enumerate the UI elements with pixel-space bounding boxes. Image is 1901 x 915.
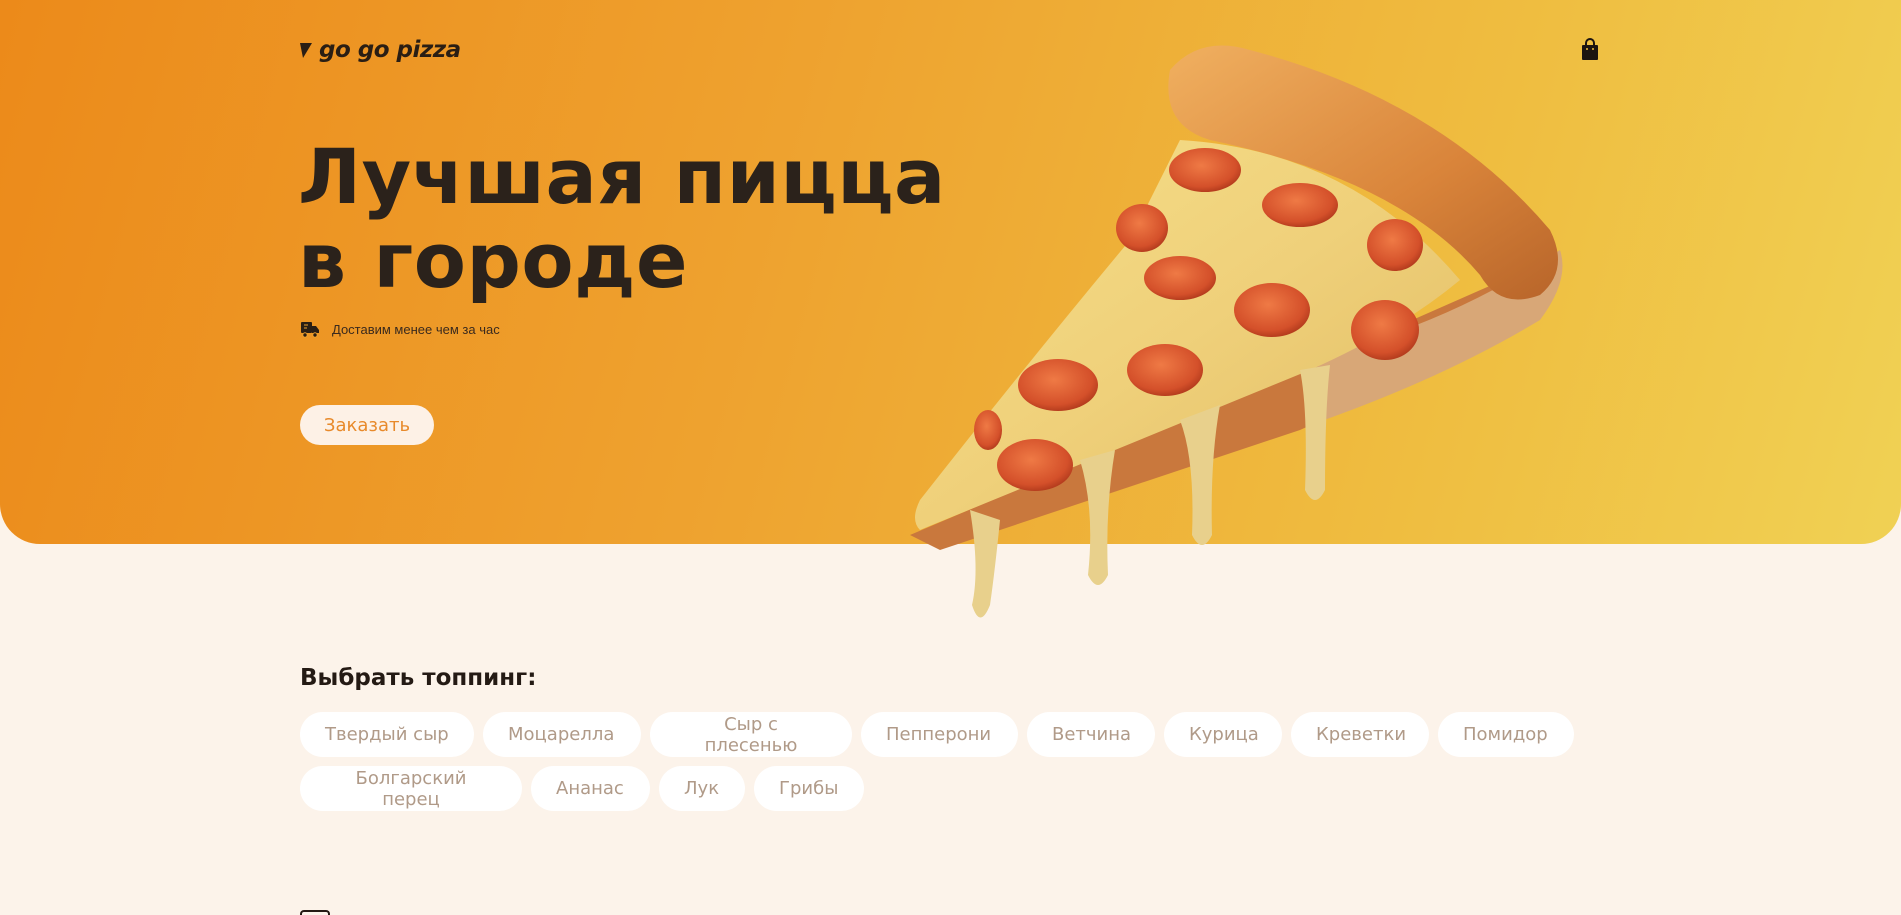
section-icon bbox=[300, 910, 330, 915]
hero-title-line1: Лучшая пицца bbox=[298, 132, 946, 221]
topping-chip-pepperoni[interactable]: Пепперони bbox=[861, 712, 1018, 757]
logo-text: go go pizza bbox=[319, 36, 461, 63]
topping-chip-shrimp[interactable]: Креветки bbox=[1291, 712, 1429, 757]
topping-chip-onion[interactable]: Лук bbox=[659, 766, 745, 811]
delivery-truck-icon bbox=[301, 322, 319, 338]
shopping-bag-icon[interactable] bbox=[1579, 38, 1601, 62]
logo[interactable]: go go pizza bbox=[300, 35, 461, 65]
order-button[interactable]: Заказать bbox=[300, 405, 434, 445]
topping-chip-pineapple[interactable]: Ананас bbox=[531, 766, 650, 811]
topping-list: Твердый сыр Моцарелла Сыр с плесенью Пеп… bbox=[300, 712, 1610, 811]
pepperoni-pizza-slice-image bbox=[910, 45, 1563, 618]
page: go go pizza Лучшая пицца в городе Достав… bbox=[0, 0, 1901, 915]
topping-title: Выбрать топпинг: bbox=[300, 665, 537, 691]
delivery-text: Доставим менее чем за час bbox=[332, 321, 500, 337]
hero-title-line2: в городе bbox=[298, 216, 689, 305]
topping-chip-mozzarella[interactable]: Моцарелла bbox=[483, 712, 641, 757]
topping-chip-hard-cheese[interactable]: Твердый сыр bbox=[300, 712, 474, 757]
topping-chip-mushrooms[interactable]: Грибы bbox=[754, 766, 864, 811]
topping-chip-tomato[interactable]: Помидор bbox=[1438, 712, 1574, 757]
topping-chip-blue-cheese[interactable]: Сыр с плесенью bbox=[650, 712, 852, 757]
topping-chip-bell-pepper[interactable]: Болгарский перец bbox=[300, 766, 522, 811]
delivery-note: Доставим менее чем за час bbox=[300, 320, 500, 338]
pizza-slice-mark-icon bbox=[300, 42, 312, 58]
hero-title: Лучшая пицца в городе bbox=[298, 135, 948, 303]
topping-chip-chicken[interactable]: Курица bbox=[1164, 712, 1282, 757]
topping-chip-ham[interactable]: Ветчина bbox=[1027, 712, 1155, 757]
